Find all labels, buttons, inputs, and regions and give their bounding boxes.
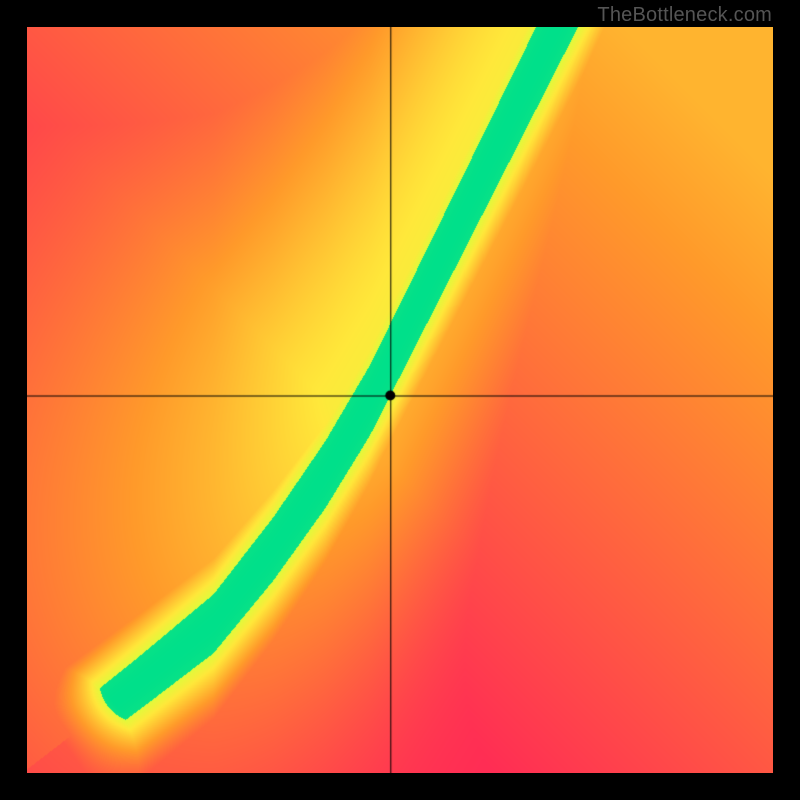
heatmap-canvas [27,27,773,773]
watermark-text: TheBottleneck.com [597,4,772,27]
chart-frame: TheBottleneck.com [0,0,800,800]
